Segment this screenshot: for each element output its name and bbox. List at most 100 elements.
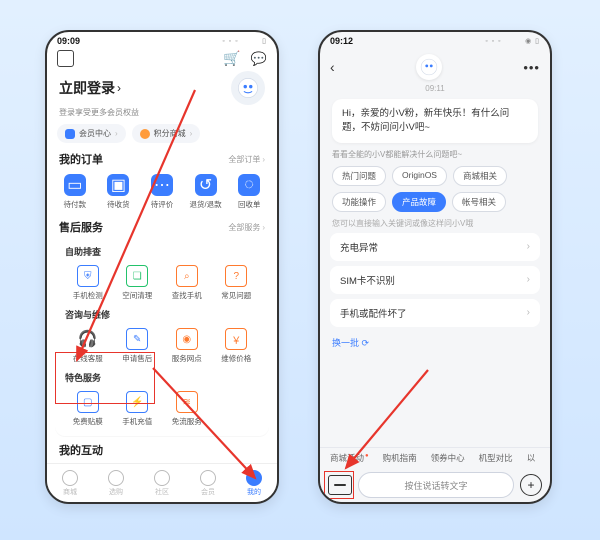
bot-avatar: [416, 54, 442, 80]
member-icon: [200, 470, 216, 486]
category-chips: 热门问题 OriginOS 商城相关 功能操作 产品故障 帐号相关: [320, 166, 550, 218]
topup-icon: ⚡: [126, 391, 148, 413]
broom-icon: ❏: [126, 265, 148, 287]
q-sim[interactable]: SIM卡不识别›: [330, 266, 540, 294]
data-icon: ≋: [176, 391, 198, 413]
greeting-bubble: Hi，亲爱的小V粉，新年快乐！有什么问题，不妨问问小V吧~: [332, 99, 538, 143]
question-icon: ?: [225, 265, 247, 287]
coin-icon: [140, 129, 150, 139]
tab-mine[interactable]: 我的: [231, 464, 277, 502]
phone-topup[interactable]: ⚡手机充值: [113, 388, 163, 430]
all-services-link[interactable]: 全部服务: [228, 222, 260, 233]
chevron-right-icon: ›: [527, 274, 530, 285]
login-row[interactable]: 立即登录 ›: [47, 71, 277, 107]
message-icon[interactable]: 💬: [251, 51, 267, 67]
free-data[interactable]: ≋免流服务: [162, 388, 212, 430]
order-refund[interactable]: ↺退货/退款: [184, 171, 228, 213]
all-orders-link[interactable]: 全部订单: [228, 154, 260, 165]
order-pending-review[interactable]: ⋯待评价: [140, 171, 184, 213]
chip-hot[interactable]: 热门问题: [332, 166, 386, 186]
status-icons: ◦ ◦ ◦ ▯: [222, 37, 267, 45]
chip-mall[interactable]: 商城相关: [453, 166, 507, 186]
chip-fault[interactable]: 产品故障: [392, 192, 446, 212]
refund-icon: ↺: [195, 174, 217, 196]
wallet-icon: ▭: [64, 174, 86, 196]
sugg-coupon[interactable]: 领券中心: [431, 452, 465, 464]
login-subtitle: 登录享受更多会员权益: [47, 107, 277, 124]
q-broken[interactable]: 手机或配件坏了›: [330, 299, 540, 327]
chevron-right-icon: ›: [117, 81, 121, 95]
person-icon: [246, 470, 262, 486]
sugg-guide[interactable]: 购机指南: [383, 452, 417, 464]
help-text: 看看全能的小V都能解决什么问题吧~: [332, 149, 538, 160]
order-recycle[interactable]: ◌回收单: [227, 171, 271, 213]
heart-icon: [62, 470, 78, 486]
shield-icon: ⛨: [77, 265, 99, 287]
form-icon: ✎: [126, 328, 148, 350]
settings-icon[interactable]: [57, 50, 74, 67]
member-center-pill[interactable]: 会员中心›: [57, 124, 126, 143]
chip-originos[interactable]: OriginOS: [392, 166, 447, 186]
refresh-link[interactable]: 换一批 ⟳: [320, 332, 550, 353]
self-check-card: 自助排查 ⛨手机检测 ❏空间清理 ⌕查找手机 ?常见问题 咨询与维修 🎧在线客服…: [55, 239, 269, 436]
input-bar: 按住说话转文字 +: [320, 468, 550, 502]
apply-aftersale[interactable]: ✎申请售后: [113, 325, 163, 367]
order-pending-ship[interactable]: ▣待收货: [97, 171, 141, 213]
grid-icon: [108, 470, 124, 486]
online-support[interactable]: 🎧在线客服: [63, 325, 113, 367]
service-points[interactable]: ◉服务网点: [162, 325, 212, 367]
repair-price[interactable]: ￥维修价格: [212, 325, 262, 367]
find-phone[interactable]: ⌕查找手机: [162, 262, 212, 304]
order-pending-pay[interactable]: ▭待付款: [53, 171, 97, 213]
back-button[interactable]: ‹: [330, 59, 335, 75]
voice-input[interactable]: 按住说话转文字: [358, 472, 514, 498]
more-button[interactable]: •••: [523, 60, 540, 75]
diamond-icon: [65, 129, 75, 139]
q-charging[interactable]: 充电异常›: [330, 233, 540, 261]
phone-left: 09:09 ◦ ◦ ◦ ▯ 🛒 💬 立即登录 › 登录享受更多会员权益 会员中心…: [45, 30, 279, 504]
avatar[interactable]: [231, 71, 265, 105]
price-icon: ￥: [225, 328, 247, 350]
chip-account[interactable]: 帐号相关: [452, 192, 506, 212]
login-title: 立即登录: [59, 78, 115, 98]
points-mall-pill[interactable]: 积分商城›: [132, 124, 201, 143]
add-button[interactable]: +: [520, 474, 542, 496]
aftersale-header: 售后服务 全部服务 ›: [47, 219, 277, 239]
status-icons: ◦ ◦ ◦ ◉ ▯: [485, 37, 540, 45]
tab-member[interactable]: 会员: [185, 464, 231, 502]
orders-header: 我的订单 全部订单 ›: [47, 151, 277, 171]
clock: 09:09: [57, 36, 80, 46]
headset-icon: 🎧: [77, 328, 99, 350]
timestamp: 09:11: [320, 84, 550, 93]
suggestion-bar: 商城活动● 购机指南 领券中心 机型对比 以: [320, 447, 550, 468]
tab-community[interactable]: 社区: [139, 464, 185, 502]
pin-icon: ◉: [176, 328, 198, 350]
sugg-compare[interactable]: 机型对比: [479, 452, 513, 464]
top-toolbar: 🛒 💬: [47, 48, 277, 71]
bottom-tabbar: 商城 选购 社区 会员 我的: [47, 463, 277, 502]
chat-header: ‹ •••: [320, 48, 550, 84]
space-clean[interactable]: ❏空间清理: [113, 262, 163, 304]
film-icon: ▢: [77, 391, 99, 413]
chevron-right-icon: ›: [527, 241, 530, 252]
hint-text: 您可以直接输入关键词或像这样问小V哦: [320, 218, 550, 233]
clock: 09:12: [330, 36, 353, 46]
tab-mall[interactable]: 商城: [47, 464, 93, 502]
interact-header: 我的互动: [47, 442, 277, 462]
free-film[interactable]: ▢免费贴膜: [63, 388, 113, 430]
keyboard-icon[interactable]: [328, 475, 352, 495]
faq[interactable]: ?常见问题: [212, 262, 262, 304]
phone-right: 09:12 ◦ ◦ ◦ ◉ ▯ ‹ ••• 09:11 Hi，亲爱的小V粉，新年…: [318, 30, 552, 504]
community-icon: [154, 470, 170, 486]
truck-icon: ▣: [107, 174, 129, 196]
cart-icon[interactable]: 🛒: [223, 50, 240, 67]
sugg-more[interactable]: 以: [527, 452, 536, 464]
status-bar: 09:09 ◦ ◦ ◦ ▯: [47, 32, 277, 48]
phone-check[interactable]: ⛨手机检测: [63, 262, 113, 304]
quick-pill-row: 会员中心› 积分商城›: [47, 124, 277, 151]
recycle-icon: ◌: [238, 174, 260, 196]
tab-shop[interactable]: 选购: [93, 464, 139, 502]
chip-function[interactable]: 功能操作: [332, 192, 386, 212]
sugg-activity[interactable]: 商城活动●: [330, 452, 369, 464]
orders-grid: ▭待付款 ▣待收货 ⋯待评价 ↺退货/退款 ◌回收单: [47, 171, 277, 219]
